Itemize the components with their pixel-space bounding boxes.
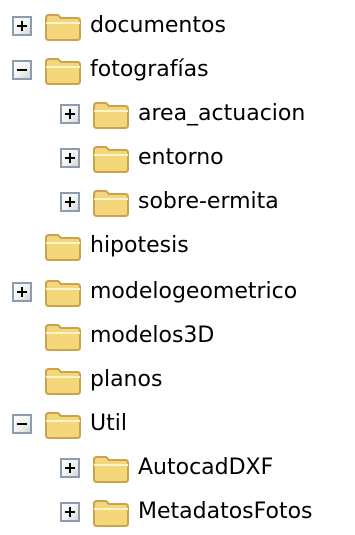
folder-icon <box>93 456 129 483</box>
tree-item-label: documentos <box>90 13 226 38</box>
expand-icon[interactable] <box>60 502 80 522</box>
folder-icon <box>45 280 81 307</box>
collapse-icon[interactable] <box>12 60 32 80</box>
tree-item-area-actuacion[interactable]: area_actuacion <box>60 94 305 134</box>
tree-item-label: fotografías <box>90 57 209 82</box>
folder-icon <box>45 324 81 351</box>
tree-item-label: area_actuacion <box>138 101 306 126</box>
expand-icon[interactable] <box>60 104 80 124</box>
folder-icon <box>93 146 129 173</box>
folder-icon <box>45 368 81 395</box>
folder-tree: documentos fotografías area_actuacion en… <box>0 0 355 535</box>
tree-item-documentos[interactable]: documentos <box>12 6 226 46</box>
tree-item-label: modelos3D <box>90 323 215 348</box>
expander-spacer <box>12 370 32 390</box>
tree-item-label: sobre-ermita <box>138 189 279 214</box>
collapse-icon[interactable] <box>12 414 32 434</box>
tree-item-label: entorno <box>138 145 224 170</box>
folder-icon <box>45 58 81 85</box>
expander-spacer <box>12 326 32 346</box>
expand-icon[interactable] <box>12 16 32 36</box>
expand-icon[interactable] <box>60 192 80 212</box>
tree-item-util[interactable]: Util <box>12 404 127 444</box>
expand-icon[interactable] <box>60 148 80 168</box>
folder-icon <box>45 412 81 439</box>
tree-item-modelos3d[interactable]: modelos3D <box>12 316 214 356</box>
folder-icon <box>93 102 129 129</box>
folder-icon <box>93 500 129 527</box>
tree-item-fotografias[interactable]: fotografías <box>12 50 209 90</box>
tree-item-metadatosfotos[interactable]: MetadatosFotos <box>60 492 313 532</box>
tree-item-label: MetadatosFotos <box>138 499 313 524</box>
tree-item-autocaddxf[interactable]: AutocadDXF <box>60 448 273 488</box>
tree-item-label: Util <box>90 411 127 436</box>
expand-icon[interactable] <box>12 282 32 302</box>
expander-spacer <box>12 236 32 256</box>
tree-item-hipotesis[interactable]: hipotesis <box>12 226 189 266</box>
folder-icon <box>45 234 81 261</box>
folder-icon <box>93 190 129 217</box>
tree-item-sobre-ermita[interactable]: sobre-ermita <box>60 182 279 222</box>
tree-item-label: modelogeometrico <box>90 279 298 304</box>
tree-item-entorno[interactable]: entorno <box>60 138 224 178</box>
tree-item-label: hipotesis <box>90 233 189 258</box>
tree-item-planos[interactable]: planos <box>12 360 162 400</box>
tree-item-label: AutocadDXF <box>138 455 274 480</box>
expand-icon[interactable] <box>60 458 80 478</box>
folder-icon <box>45 14 81 41</box>
tree-item-label: planos <box>90 367 163 392</box>
tree-item-modelogeometrico[interactable]: modelogeometrico <box>12 272 297 312</box>
